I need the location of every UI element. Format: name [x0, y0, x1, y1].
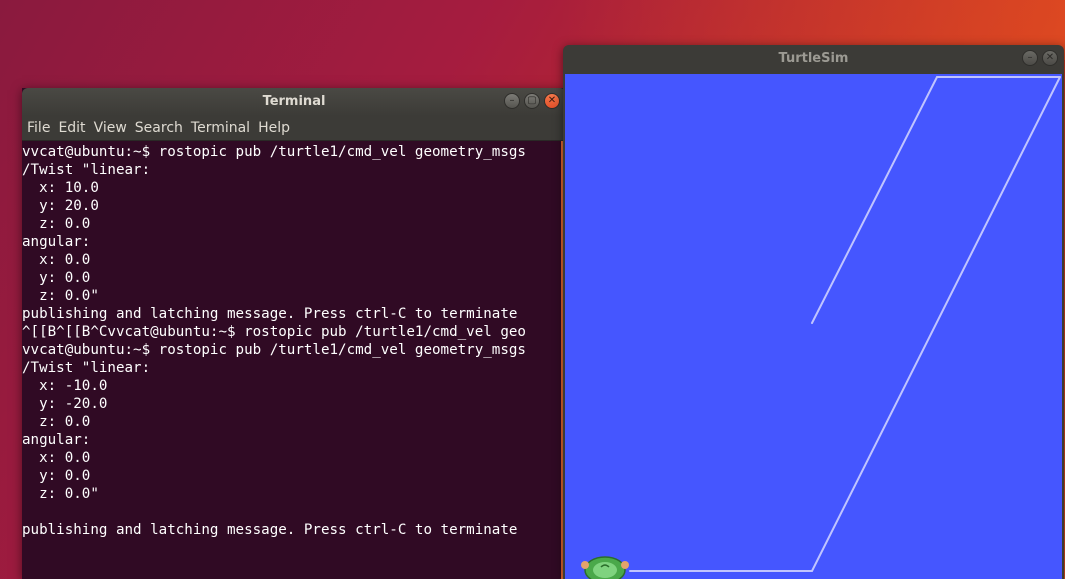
turtlesim-canvas	[565, 74, 1062, 579]
menu-help[interactable]: Help	[258, 120, 298, 136]
terminal-line: angular:	[22, 234, 91, 250]
terminal-line: angular:	[22, 432, 91, 448]
terminal-line: vvcat@ubuntu:~$ rostopic pub /turtle1/cm…	[22, 144, 526, 160]
terminal-line: x: 0.0	[22, 252, 91, 268]
terminal-line: /Twist "linear:	[22, 162, 151, 178]
turtle-trail-2	[629, 76, 1061, 572]
turtle-icon	[581, 556, 629, 579]
minimize-icon[interactable]: –	[1022, 50, 1038, 66]
turtlesim-window-controls: – ✕	[1022, 50, 1058, 66]
terminal-line: y: 20.0	[22, 198, 99, 214]
terminal-title: Terminal	[262, 94, 326, 109]
terminal-output[interactable]: vvcat@ubuntu:~$ rostopic pub /turtle1/cm…	[22, 141, 560, 579]
minimize-icon[interactable]: –	[504, 93, 520, 109]
turtle-path-drawing	[581, 76, 1061, 579]
terminal-line: z: 0.0	[22, 216, 91, 232]
menu-terminal[interactable]: Terminal	[191, 120, 258, 136]
menu-view[interactable]: View	[94, 120, 135, 136]
terminal-line: vvcat@ubuntu:~$ rostopic pub /turtle1/cm…	[22, 342, 526, 358]
terminal-line: z: 0.0"	[22, 288, 99, 304]
turtlesim-window[interactable]: TurtleSim – ✕	[563, 45, 1064, 579]
terminal-line: ^[[B^[[B^Cvvcat@ubuntu:~$ rostopic pub /…	[22, 324, 526, 340]
terminal-line: publishing and latching message. Press c…	[22, 306, 518, 322]
terminal-line: publishing and latching message. Press c…	[22, 522, 518, 538]
close-icon[interactable]: ✕	[544, 93, 560, 109]
close-icon[interactable]: ✕	[1042, 50, 1058, 66]
turtlesim-title: TurtleSim	[778, 51, 849, 66]
terminal-window[interactable]: Terminal – ▢ ✕ File Edit View Search Ter…	[22, 88, 566, 579]
terminal-titlebar[interactable]: Terminal – ▢ ✕	[22, 88, 566, 116]
menu-edit[interactable]: Edit	[58, 120, 93, 136]
terminal-line: x: -10.0	[22, 378, 108, 394]
menu-file[interactable]: File	[27, 120, 58, 136]
turtle-trail-1	[811, 76, 1061, 324]
terminal-line: z: 0.0"	[22, 486, 99, 502]
terminal-line: z: 0.0	[22, 414, 91, 430]
menu-search[interactable]: Search	[135, 120, 191, 136]
terminal-line: y: -20.0	[22, 396, 108, 412]
terminal-menubar: File Edit View Search Terminal Help	[22, 116, 566, 141]
turtlesim-titlebar[interactable]: TurtleSim – ✕	[563, 45, 1064, 73]
terminal-line: x: 10.0	[22, 180, 99, 196]
maximize-icon[interactable]: ▢	[524, 93, 540, 109]
terminal-line: y: 0.0	[22, 270, 91, 286]
terminal-line: /Twist "linear:	[22, 360, 151, 376]
terminal-line: x: 0.0	[22, 450, 91, 466]
terminal-line: y: 0.0	[22, 468, 91, 484]
terminal-window-controls: – ▢ ✕	[504, 93, 560, 109]
